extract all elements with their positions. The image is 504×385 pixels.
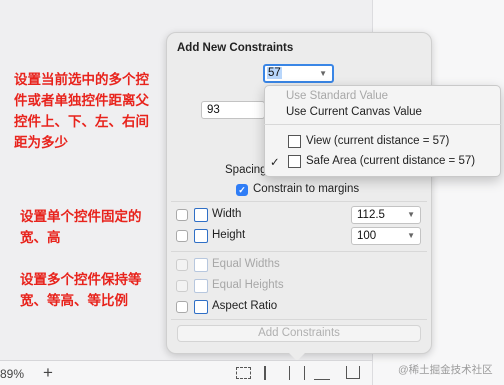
menu-item-use-canvas[interactable]: Use Current Canvas Value [286, 106, 422, 118]
top-spacing-value: 57 [267, 67, 282, 79]
safe-area-icon [288, 155, 301, 168]
height-icon [194, 229, 208, 243]
chevron-down-icon[interactable]: ▼ [319, 66, 327, 81]
embed-icon[interactable] [236, 367, 251, 379]
aspect-ratio-checkbox[interactable] [176, 301, 188, 313]
embed-in-icon[interactable] [346, 366, 360, 379]
menu-item-safe-area[interactable]: Safe Area (current distance = 57) [306, 155, 475, 167]
chevron-down-icon[interactable]: ▼ [407, 228, 415, 244]
view-icon [288, 135, 301, 148]
annotation-size: 设置单个控件固定的 宽、高 [20, 209, 142, 245]
equal-heights-checkbox[interactable] [176, 280, 188, 292]
menu-divider [264, 124, 501, 125]
menu-item-view[interactable]: View (current distance = 57) [306, 135, 449, 147]
checkmark-icon: ✓ [270, 157, 280, 169]
divider [171, 251, 427, 252]
menu-item-use-standard[interactable]: Use Standard Value [286, 90, 388, 102]
zoom-level[interactable]: 89% [0, 367, 24, 381]
chevron-down-icon[interactable]: ▼ [407, 207, 415, 223]
divider [171, 319, 427, 320]
add-icon[interactable]: + [43, 363, 53, 383]
width-icon [194, 208, 208, 222]
resolve-issues-icon[interactable] [314, 366, 330, 380]
left-spacing-value: 93 [207, 104, 220, 116]
constrain-margins-checkbox[interactable]: ✓ [236, 184, 248, 196]
equal-widths-icon [194, 258, 208, 272]
align-icon[interactable] [264, 366, 278, 380]
height-label: Height [212, 229, 246, 241]
width-value: 112.5 [357, 209, 385, 221]
aspect-ratio-icon [194, 300, 208, 314]
divider [171, 201, 427, 202]
annotation-equal: 设置多个控件保持等 宽、等高、等比例 [20, 272, 142, 308]
annotation-spacing: 设置当前选中的多个控 件或者单独控件距离父 控件上、下、左、右间 距为多少 [14, 72, 149, 150]
constrain-margins-label: Constrain to margins [253, 183, 360, 195]
watermark: @稀土掘金技术社区 [398, 364, 493, 376]
width-label: Width [212, 208, 242, 220]
height-checkbox[interactable] [176, 230, 188, 242]
popover-title: Add New Constraints [177, 42, 294, 54]
add-constraints-icon[interactable] [289, 366, 305, 380]
equal-widths-checkbox[interactable] [176, 259, 188, 271]
height-value-field[interactable]: 100 ▼ [351, 227, 421, 245]
add-constraints-button[interactable]: Add Constraints [177, 325, 421, 342]
height-value: 100 [357, 230, 377, 242]
top-spacing-field[interactable]: 57 ▼ [263, 64, 334, 83]
width-value-field[interactable]: 112.5 ▼ [351, 206, 421, 224]
equal-heights-label: Equal Heights [212, 279, 284, 291]
equal-heights-icon [194, 279, 208, 293]
spacing-label: Spacing [225, 164, 267, 176]
left-spacing-field[interactable]: 93 [201, 101, 265, 119]
width-checkbox[interactable] [176, 209, 188, 221]
aspect-ratio-label: Aspect Ratio [212, 300, 278, 312]
equal-widths-label: Equal Widths [212, 258, 280, 270]
